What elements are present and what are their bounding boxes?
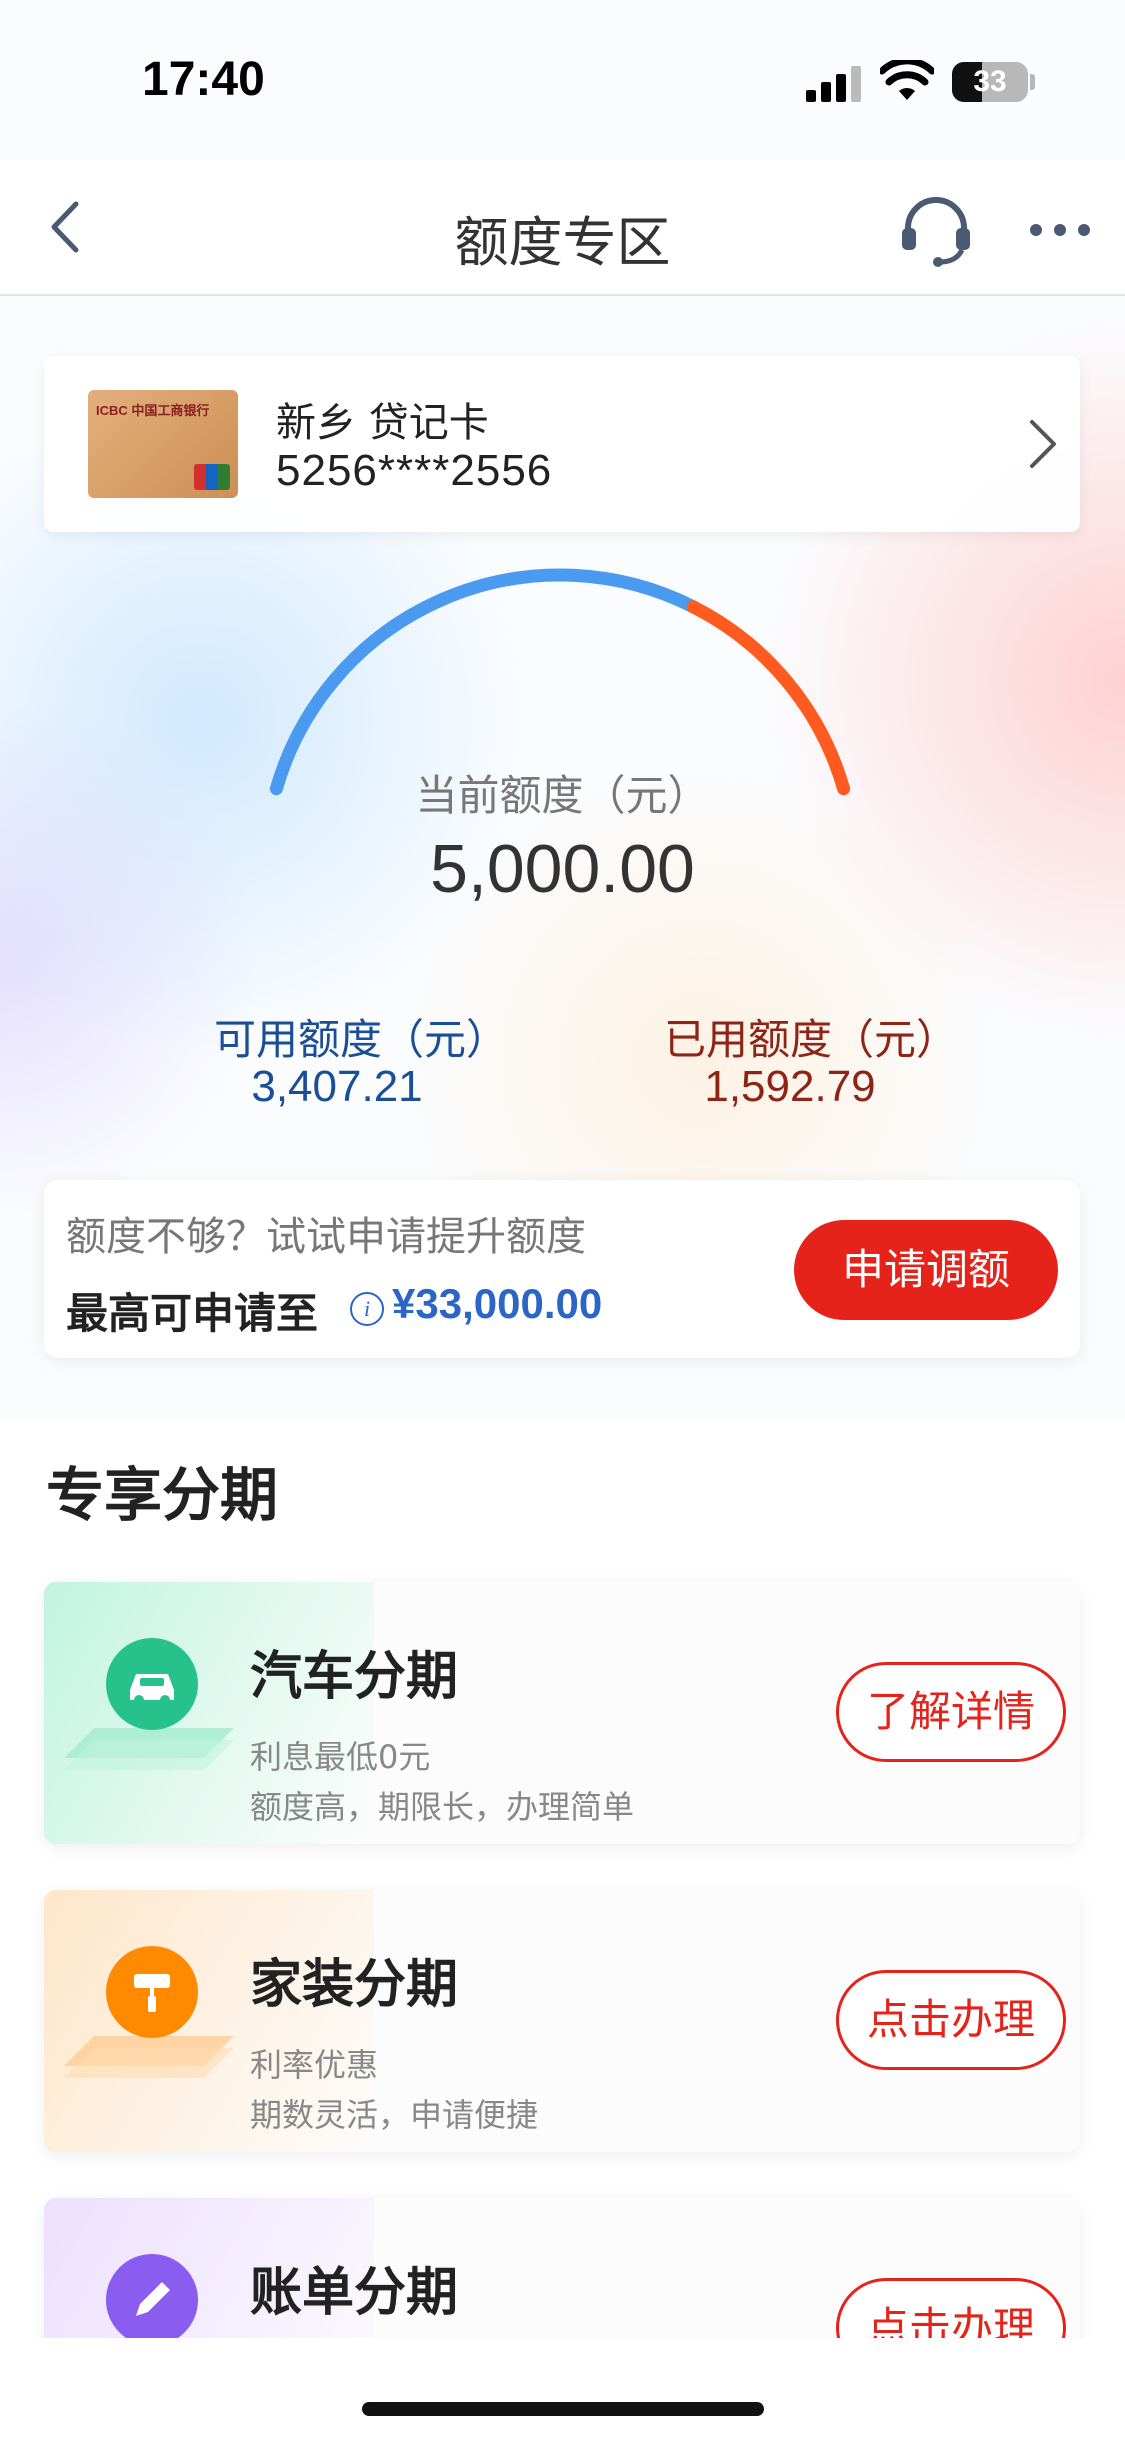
paint-roller-icon <box>106 1946 198 2038</box>
wifi-icon <box>880 60 934 100</box>
available-limit-label: 可用额度（元） <box>214 1015 509 1064</box>
increase-prompt: 额度不够？试试申请提升额度 <box>66 1214 586 1260</box>
car-icon <box>106 1638 198 1730</box>
plan-title: 家装分期 <box>250 1955 459 2015</box>
home-indicator[interactable] <box>362 2402 764 2416</box>
battery-level: 33 <box>973 65 1007 98</box>
navigation-bar: 额度专区 <box>0 160 1125 296</box>
chevron-right-icon <box>1030 420 1056 468</box>
info-icon[interactable]: i <box>350 1292 384 1326</box>
plan-title: 汽车分期 <box>250 1647 459 1707</box>
bottom-safe-area <box>0 2338 1125 2439</box>
apply-now-button[interactable]: 点击办理 <box>836 1970 1066 2070</box>
max-limit-label: 最高可申请至 <box>66 1289 319 1338</box>
plan-description: 利率优惠 <box>250 2046 379 2084</box>
bank-logo: ICBC 中国工商银行 <box>96 403 210 418</box>
current-limit-value: 5,000.00 <box>430 831 695 907</box>
used-limit-label: 已用额度（元） <box>664 1015 959 1064</box>
current-limit-label: 当前额度（元） <box>415 771 710 820</box>
plan-description: 利息最低0元 <box>250 1738 431 1776</box>
plan-card-car[interactable]: 汽车分期 利息最低0元 额度高，期限长，办理简单 了解详情 <box>44 1582 1080 1844</box>
plan-title: 账单分期 <box>250 2263 459 2323</box>
status-time: 17:40 <box>142 53 265 106</box>
used-limit-value: 1,592.79 <box>704 1062 876 1111</box>
plan-card-home[interactable]: 家装分期 利率优惠 期数灵活，申请便捷 点击办理 <box>44 1890 1080 2152</box>
card-number: 5256****2556 <box>276 446 553 495</box>
credit-card-image: ICBC 中国工商银行 <box>88 390 238 498</box>
card-selector[interactable]: ICBC 中国工商银行 新乡 贷记卡 5256****2556 <box>44 356 1080 532</box>
plan-description: 期数灵活，申请便捷 <box>250 2096 539 2134</box>
section-title: 专享分期 <box>46 1461 279 1529</box>
more-options-icon[interactable] <box>1030 220 1094 240</box>
status-bar: 17:40 33 <box>0 0 1125 160</box>
plan-description: 额度高，期限长，办理简单 <box>250 1788 635 1826</box>
battery-cap <box>1030 74 1035 90</box>
unionpay-logo-icon <box>194 464 230 490</box>
available-arc <box>269 568 700 796</box>
card-name: 新乡 贷记卡 <box>276 400 489 446</box>
learn-more-button[interactable]: 了解详情 <box>836 1662 1066 1762</box>
cellular-signal-icon <box>806 66 862 102</box>
available-limit-value: 3,407.21 <box>251 1062 423 1111</box>
pen-icon <box>106 2254 198 2346</box>
battery-icon: 33 <box>952 62 1028 102</box>
headset-support-icon[interactable] <box>896 190 976 270</box>
max-limit-value: ¥33,000.00 <box>392 1280 603 1327</box>
limit-increase-card: 额度不够？试试申请提升额度 最高可申请至 i ¥33,000.00 申请调额 <box>44 1180 1080 1358</box>
apply-increase-button[interactable]: 申请调额 <box>794 1220 1058 1320</box>
